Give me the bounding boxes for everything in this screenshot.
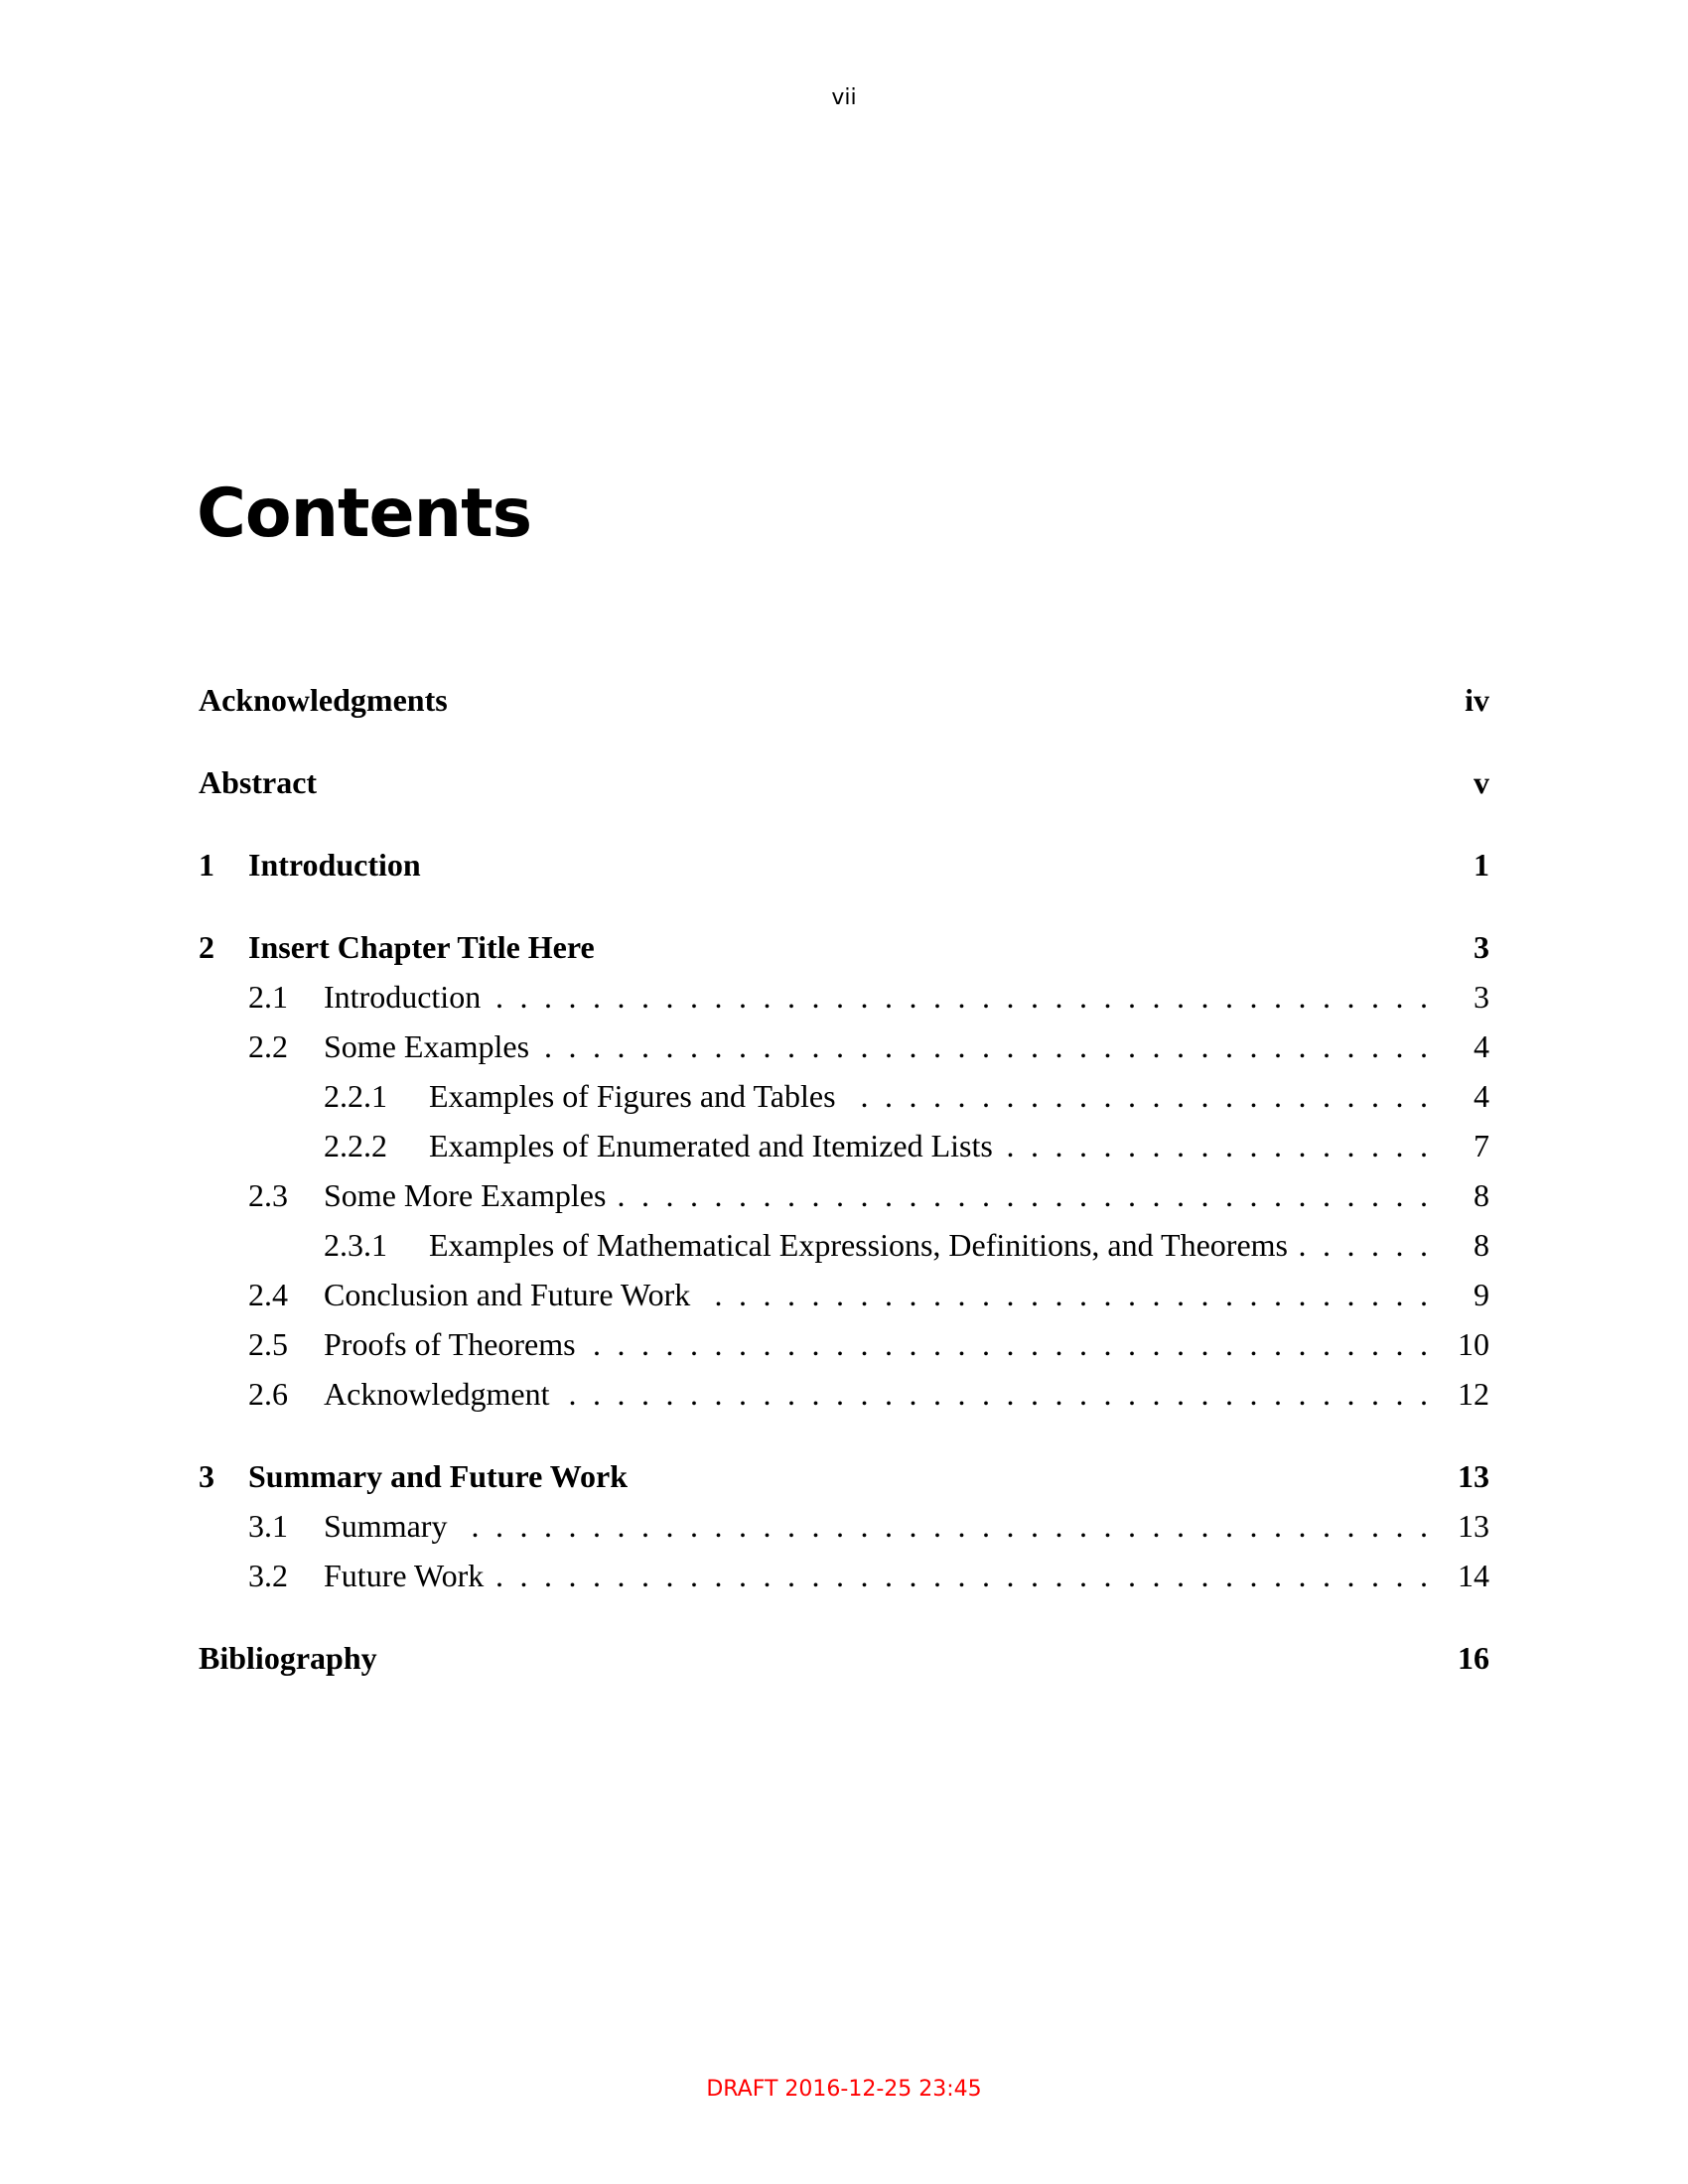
toc-entry-page[interactable]: 4: [1474, 1071, 1489, 1121]
toc-entry-page[interactable]: 7: [1474, 1121, 1489, 1170]
toc-entry-page[interactable]: 9: [1474, 1270, 1489, 1319]
page-number: vii: [831, 85, 857, 110]
toc-entry-page[interactable]: 4: [1474, 1022, 1489, 1071]
toc-entry-page[interactable]: 8: [1474, 1170, 1489, 1220]
toc-entry-page[interactable]: 13: [1458, 1501, 1489, 1551]
toc-entry-number: 2: [199, 929, 214, 965]
toc-chapter-entry[interactable]: Abstract v: [199, 757, 1489, 807]
toc-entry-title[interactable]: Summary and Future Work: [248, 1451, 628, 1501]
toc-entry-page[interactable]: 10: [1458, 1319, 1489, 1369]
toc-section-entry[interactable]: 2.2 Some Examples........................…: [199, 1022, 1489, 1071]
toc-entry-page[interactable]: 3: [1474, 972, 1489, 1022]
toc-chapter-entry[interactable]: Acknowledgments iv: [199, 675, 1489, 725]
toc-section-entry[interactable]: 2.1 Introduction.........................…: [199, 972, 1489, 1022]
table-of-contents: Acknowledgments iv Abstract v 1 Introduction 1…: [199, 675, 1489, 1683]
draft-stamp: DRAFT 2016-12-25 23:45: [706, 2077, 982, 2102]
toc-section-entry[interactable]: 2.4 Conclusion and Future Work...........…: [199, 1270, 1489, 1319]
toc-entry-page[interactable]: 1: [1474, 840, 1489, 889]
dot-leader: .......................................: [495, 979, 1428, 1015]
toc-entry-page[interactable]: 12: [1458, 1369, 1489, 1419]
toc-chapter-entry[interactable]: 2 Insert Chapter Title Here 3: [199, 922, 1489, 972]
toc-entry-page[interactable]: iv: [1465, 675, 1489, 725]
toc-section-entry[interactable]: 2.2.2 Examples of Enumerated and Itemized…: [199, 1121, 1489, 1170]
toc-entry-page[interactable]: 8: [1474, 1220, 1489, 1270]
toc-entry-page[interactable]: 16: [1458, 1633, 1489, 1683]
toc-entry-page[interactable]: 13: [1458, 1451, 1489, 1501]
toc-entry-page[interactable]: v: [1474, 757, 1489, 807]
toc-section-entry[interactable]: 2.6 Acknowledgment.......................…: [199, 1369, 1489, 1419]
toc-entry-title[interactable]: Bibliography: [199, 1633, 377, 1683]
toc-section-entry[interactable]: 2.3.1 Examples of Mathematical Expression…: [199, 1220, 1489, 1270]
toc-section-entry[interactable]: 2.5 Proofs of Theorems...................…: [199, 1319, 1489, 1369]
dot-leader: ..............................: [714, 1277, 1429, 1312]
dot-leader: ...................................: [593, 1326, 1428, 1362]
toc-section-entry[interactable]: 3.2 Future Work..........................…: [199, 1551, 1489, 1600]
toc-entry-title[interactable]: Abstract: [199, 757, 317, 807]
toc-entry-number: 1: [199, 847, 214, 883]
toc-entry-title[interactable]: Introduction: [248, 840, 421, 889]
dot-leader: ........................................: [471, 1508, 1429, 1544]
dot-leader: ....................................: [568, 1376, 1429, 1412]
toc-chapter-entry[interactable]: 3 Summary and Future Work 13: [199, 1451, 1489, 1501]
dot-leader: .......................................: [495, 1558, 1428, 1593]
toc-section-entry[interactable]: 2.2.1 Examples of Figures and Tables.....…: [199, 1071, 1489, 1121]
toc-entry-number: 3: [199, 1458, 214, 1494]
toc-chapter-entry[interactable]: Bibliography 16: [199, 1633, 1489, 1683]
page-title: Contents: [197, 475, 532, 553]
dot-leader: ..................................: [617, 1177, 1429, 1213]
dot-leader: .....................................: [544, 1028, 1428, 1064]
toc-entry-title[interactable]: Insert Chapter Title Here: [248, 922, 595, 972]
toc-entry-title[interactable]: Acknowledgments: [199, 675, 448, 725]
dot-leader: ..................: [1006, 1128, 1429, 1163]
toc-section-entry[interactable]: 2.3 Some More Examples...................…: [199, 1170, 1489, 1220]
toc-entry-page[interactable]: 14: [1458, 1551, 1489, 1600]
toc-section-entry[interactable]: 3.1 Summary..............................…: [199, 1501, 1489, 1551]
dot-leader: ......: [1298, 1227, 1429, 1263]
toc-chapter-entry[interactable]: 1 Introduction 1: [199, 840, 1489, 889]
toc-entry-page[interactable]: 3: [1474, 922, 1489, 972]
dot-leader: ........................: [860, 1078, 1429, 1114]
